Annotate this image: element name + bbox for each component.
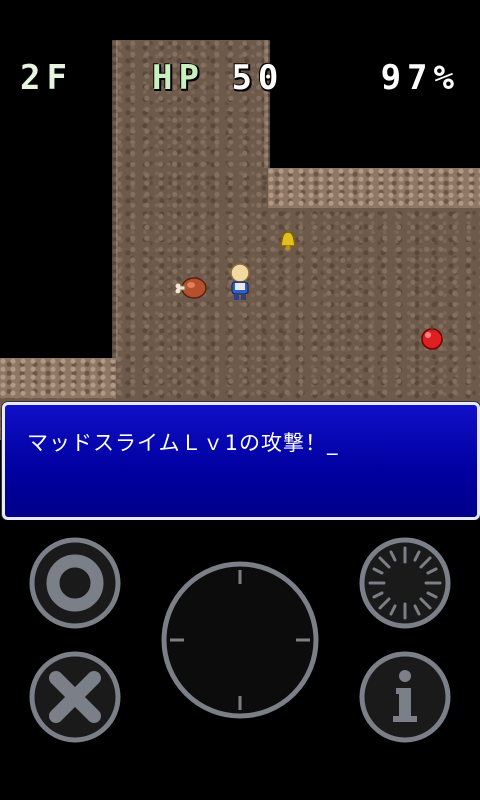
meat-item-icon — [175, 277, 207, 299]
menu-button[interactable] — [358, 536, 452, 630]
apple-item-icon — [421, 326, 443, 350]
dpad-control[interactable] — [160, 560, 320, 720]
wall-edge-right — [268, 168, 480, 208]
floor-indicator: 2F — [20, 58, 73, 98]
player-character-icon — [230, 263, 250, 300]
room-floor — [116, 180, 480, 440]
hp-indicator: HP 50 — [152, 58, 284, 98]
satiety-indicator: 97% — [380, 58, 460, 98]
wall-edge-left — [0, 358, 116, 398]
control-pad — [0, 520, 480, 800]
system-status-bar — [0, 0, 480, 40]
hp-label: HP — [152, 58, 205, 98]
bell-item-icon — [280, 231, 296, 251]
confirm-button[interactable] — [28, 536, 122, 630]
message-box: マッドスライムＬｖ1の攻撃！_ — [2, 402, 480, 520]
wall-edge-corridor-left — [112, 40, 118, 360]
dungeon-map — [0, 40, 480, 440]
info-button[interactable] — [358, 650, 452, 744]
message-text: マッドスライムＬｖ1の攻撃！_ — [27, 431, 339, 455]
cancel-button[interactable] — [28, 650, 122, 744]
hp-value: 50 — [231, 58, 285, 98]
